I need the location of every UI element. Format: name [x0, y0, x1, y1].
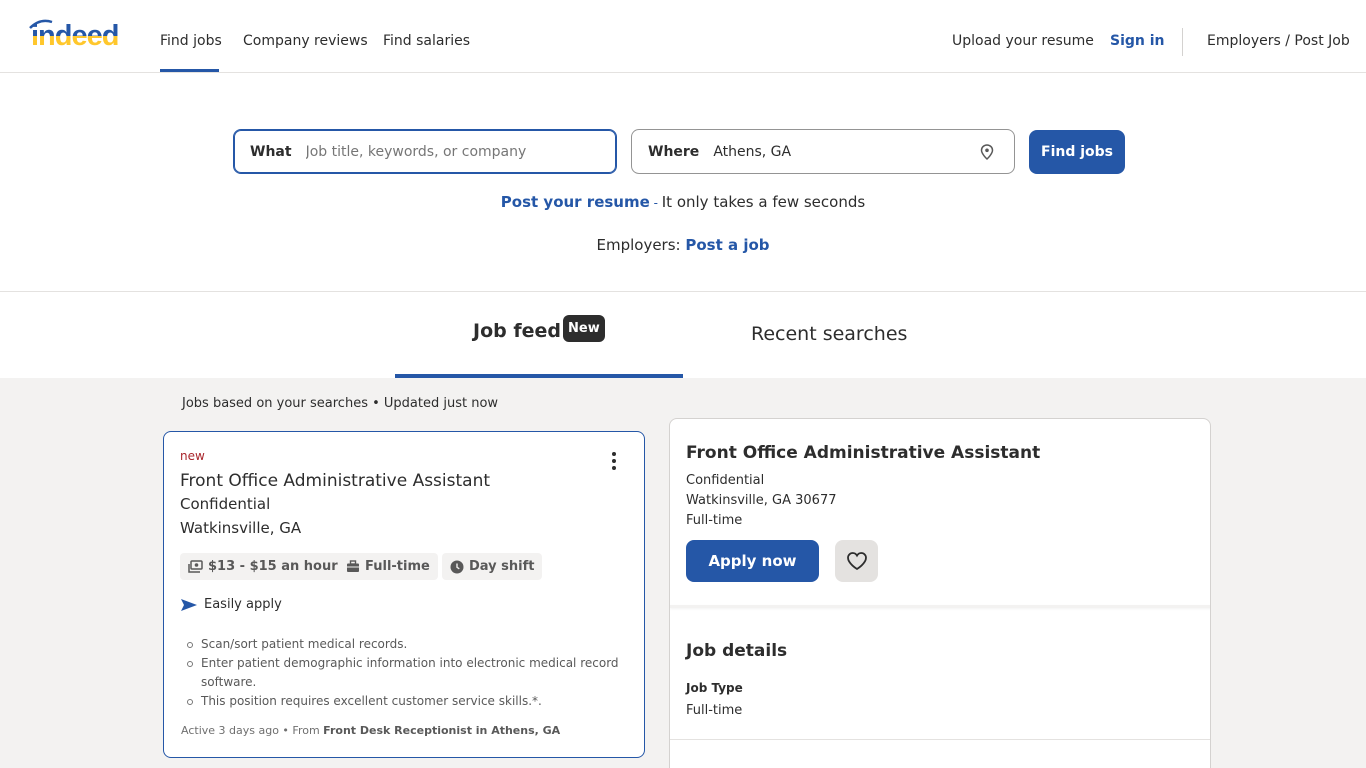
active-date: Active 3 days ago • From [181, 724, 324, 737]
job-company: Confidential [180, 495, 271, 513]
job-details-heading: Job details [686, 641, 788, 661]
heart-icon [846, 552, 867, 571]
post-a-job-link[interactable]: Post a job [685, 236, 769, 254]
more-options-icon[interactable] [604, 452, 624, 474]
svg-text:indeed: indeed [31, 20, 118, 50]
job-detail-panel: Front Office Administrative Assistant Co… [669, 418, 1211, 768]
tab-job-feed-label: Job feed [473, 320, 561, 342]
detail-location: Watkinsville, GA 30677 [686, 493, 837, 508]
post-resume-line: Post your resume - It only takes a few s… [0, 193, 1366, 211]
employers-line: Employers: Post a job [0, 236, 1366, 254]
salary-text: $13 - $15 an hour [208, 559, 338, 574]
easily-apply-text: Easily apply [204, 597, 282, 612]
new-badge: New [563, 315, 605, 342]
job-type-label: Job Type [686, 681, 743, 695]
job-location: Watkinsville, GA [180, 519, 302, 537]
salary-chip: $13 - $15 an hour [180, 553, 346, 580]
easily-apply: Easily apply [180, 597, 282, 612]
detail-bottom-divider [670, 739, 1210, 740]
send-arrow-icon [181, 598, 197, 611]
employers-prefix: Employers: [596, 236, 686, 254]
nav-company-reviews[interactable]: Company reviews [243, 33, 368, 49]
new-label: new [180, 449, 205, 463]
list-item: Enter patient demographic information in… [187, 654, 621, 692]
sign-in-link[interactable]: Sign in [1110, 33, 1165, 49]
briefcase-icon [347, 560, 359, 572]
shift-text: Day shift [469, 559, 535, 574]
job-snippet-list: Scan/sort patient medical records. Enter… [187, 635, 621, 711]
employers-post-job-link[interactable]: Employers / Post Job [1207, 33, 1350, 49]
job-type-chip: Full-time [338, 553, 438, 580]
where-label: Where [648, 143, 700, 160]
nav-find-salaries[interactable]: Find salaries [383, 33, 470, 49]
tab-recent-searches-label: Recent searches [751, 323, 908, 345]
job-type-text: Full-time [365, 559, 430, 574]
post-resume-link[interactable]: Post your resume [501, 193, 650, 211]
tab-job-feed[interactable]: Job feed New [395, 292, 683, 378]
where-input[interactable] [713, 137, 1014, 166]
tab-recent-searches[interactable]: Recent searches [683, 292, 971, 378]
detail-company[interactable]: Confidential [686, 473, 764, 488]
detail-job-title: Front Office Administrative Assistant [686, 443, 1041, 463]
find-jobs-button[interactable]: Find jobs [1029, 130, 1125, 174]
what-search-box[interactable]: What [233, 129, 617, 174]
upload-resume-link[interactable]: Upload your resume [952, 33, 1094, 49]
nav-find-jobs[interactable]: Find jobs [160, 33, 222, 49]
job-card[interactable]: new Front Office Administrative Assistan… [163, 431, 645, 758]
top-header: indeed Find jobs Company reviews Find sa… [0, 0, 1366, 73]
job-type-value: Full-time [686, 703, 743, 718]
list-item: This position requires excellent custome… [187, 692, 621, 711]
where-search-box[interactable]: Where [631, 129, 1015, 174]
post-resume-text: It only takes a few seconds [661, 193, 866, 211]
clock-icon [450, 560, 464, 573]
list-item: Scan/sort patient medical records. [187, 635, 621, 654]
job-title[interactable]: Front Office Administrative Assistant [180, 471, 490, 491]
card-footer: Active 3 days ago • From Front Desk Rece… [181, 724, 560, 737]
nav-divider [1182, 28, 1183, 56]
search-source[interactable]: Front Desk Receptionist in Athens, GA [323, 724, 560, 737]
post-resume-dash: - [649, 196, 662, 210]
save-job-button[interactable] [835, 540, 878, 582]
nav-active-indicator [160, 69, 219, 72]
money-icon [188, 560, 203, 573]
apply-now-button[interactable]: Apply now [686, 540, 819, 582]
feed-info-text: Jobs based on your searches • Updated ju… [182, 396, 499, 411]
what-input[interactable] [305, 137, 616, 166]
detail-divider [670, 605, 1210, 608]
location-pin-icon [980, 144, 994, 160]
what-label: What [250, 143, 292, 160]
shift-chip: Day shift [442, 553, 543, 580]
detail-job-type: Full-time [686, 513, 743, 528]
indeed-logo[interactable]: indeed [28, 16, 134, 52]
